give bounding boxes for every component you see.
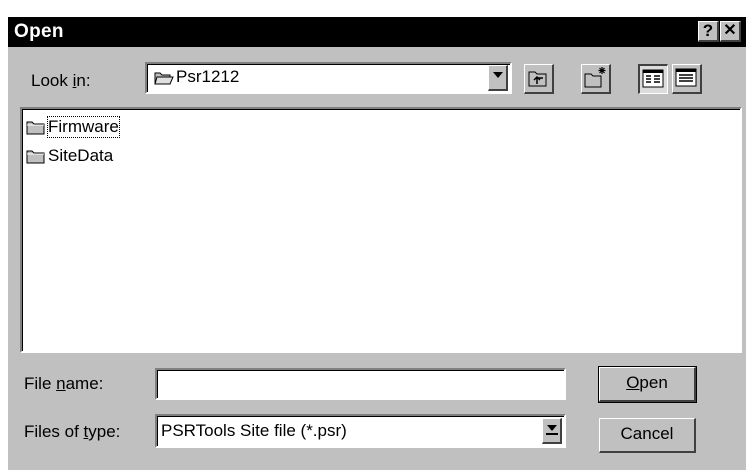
details-view-icon — [675, 68, 697, 87]
open-button[interactable]: Open — [598, 366, 697, 403]
up-one-level-button[interactable] — [524, 64, 554, 94]
details-view-button[interactable] — [672, 64, 702, 94]
file-list[interactable]: Firmware SiteData — [20, 107, 742, 353]
open-folder-icon — [154, 72, 174, 85]
look-in-dropdown[interactable]: Psr1212 — [145, 62, 512, 94]
file-type-dropdown-arrow[interactable] — [542, 418, 562, 444]
file-type-value: PSRTools Site file (*.psr) — [161, 421, 347, 440]
file-type-label: Files of type: — [24, 422, 121, 441]
look-in-dropdown-arrow[interactable] — [488, 65, 508, 91]
folder-icon — [26, 121, 45, 135]
file-type-dropdown[interactable]: PSRTools Site file (*.psr) — [155, 414, 566, 448]
look-in-value: Psr1212 — [176, 67, 240, 86]
window-title: Open — [14, 21, 64, 42]
title-bar[interactable]: Open ? ✕ — [8, 17, 746, 47]
cancel-button[interactable]: Cancel — [599, 418, 696, 453]
file-name-field[interactable] — [155, 368, 566, 400]
create-new-folder-button[interactable] — [581, 64, 611, 94]
up-one-level-icon — [528, 71, 547, 87]
look-in-label: Look in: — [31, 71, 91, 90]
close-button[interactable]: ✕ — [720, 21, 741, 42]
open-dialog: Open ? ✕ Look in: Psr1212 Firmware SiteD… — [7, 16, 746, 470]
create-new-folder-icon — [584, 67, 606, 88]
list-item-label: SiteData — [48, 146, 114, 165]
file-name-label: File name: — [24, 374, 104, 393]
folder-icon — [26, 150, 45, 164]
list-item-label: Firmware — [47, 116, 120, 138]
chevron-down-icon — [547, 425, 557, 431]
help-button[interactable]: ? — [698, 21, 719, 42]
list-view-icon — [642, 69, 664, 88]
arrow-underline — [546, 433, 558, 435]
list-view-button[interactable] — [638, 64, 668, 94]
chevron-down-icon — [493, 72, 503, 78]
